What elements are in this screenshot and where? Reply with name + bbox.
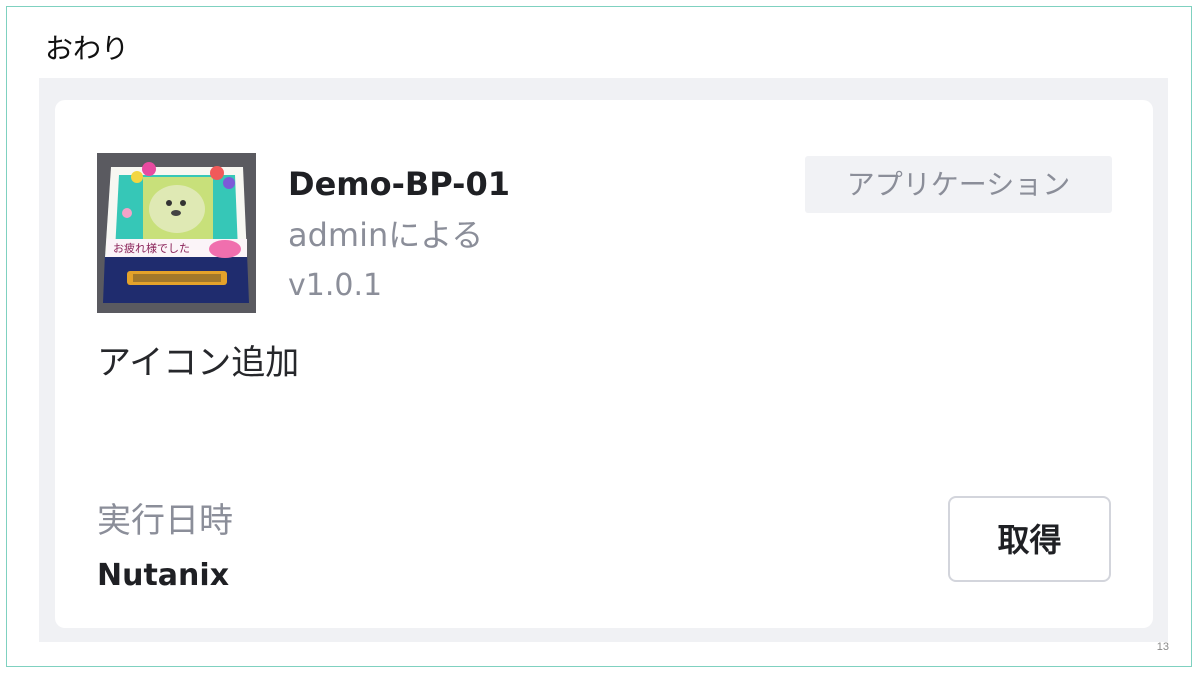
blueprint-card[interactable]: お疲れ様でした Demo-BP-01 adminによる v1.0.1 アプリケー…	[55, 100, 1153, 628]
blueprint-version: v1.0.1	[288, 268, 383, 303]
slide: おわり お疲れ様でした Demo-BP-01 adminによる v1.0.1 ア…	[6, 6, 1192, 667]
page-number: 13	[1156, 641, 1169, 653]
blueprint-icon: お疲れ様でした	[97, 153, 256, 313]
svg-text:お疲れ様でした: お疲れ様でした	[113, 241, 190, 255]
get-button[interactable]: 取得	[948, 496, 1111, 582]
blueprint-description: アイコン追加	[97, 343, 300, 383]
blueprint-name[interactable]: Demo-BP-01	[288, 164, 510, 204]
blueprint-owner: adminによる	[288, 216, 484, 254]
slide-title: おわり	[45, 32, 130, 65]
marketplace-panel: お疲れ様でした Demo-BP-01 adminによる v1.0.1 アプリケー…	[39, 78, 1168, 642]
project-label: 実行日時	[97, 501, 233, 541]
project-value: Nutanix	[97, 558, 230, 593]
type-badge: アプリケーション	[805, 156, 1112, 213]
